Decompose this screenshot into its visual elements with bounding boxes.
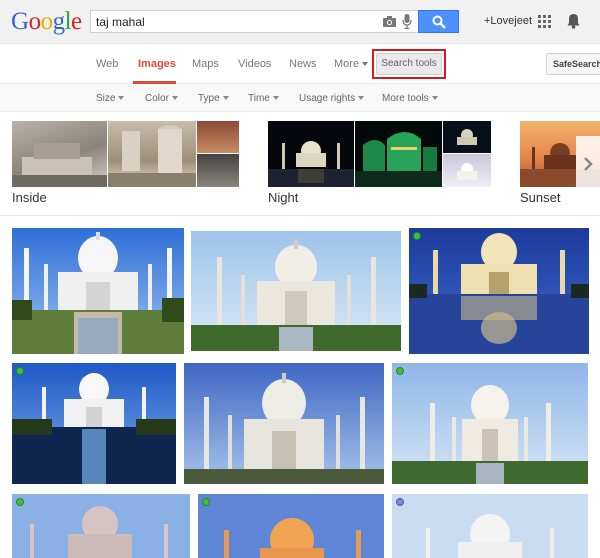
tab-news[interactable]: News [289, 58, 317, 70]
image-result-photo [12, 228, 184, 354]
image-result-photo [392, 494, 588, 558]
tool-time[interactable]: Time [248, 93, 279, 104]
related-thumbnail[interactable] [355, 121, 442, 187]
chevron-down-icon [171, 96, 178, 101]
chevron-right-icon [584, 157, 593, 171]
animated-badge-icon [413, 232, 421, 240]
image-result[interactable] [184, 363, 384, 484]
image-result-photo [409, 228, 589, 354]
animated-badge-icon [16, 498, 24, 506]
tab-web[interactable]: Web [96, 58, 118, 70]
image-result[interactable] [198, 494, 384, 558]
camera-icon[interactable] [383, 16, 396, 27]
search-tools-bar: Size Color Type Time Usage rights More t… [0, 84, 600, 112]
google-logo[interactable]: Google [11, 8, 82, 36]
apps-grid-icon[interactable] [538, 15, 551, 28]
tool-more-tools[interactable]: More tools [382, 93, 438, 104]
image-result-photo [12, 494, 190, 558]
search-icon [432, 15, 446, 29]
image-result-photo [392, 363, 588, 484]
animated-badge-icon [396, 498, 404, 506]
related-thumbnail[interactable] [443, 154, 491, 187]
image-result-photo [198, 494, 384, 558]
image-result[interactable] [392, 363, 588, 484]
search-box [90, 10, 418, 33]
image-result[interactable] [409, 228, 589, 354]
related-label-sunset[interactable]: Sunset [520, 190, 560, 205]
tab-videos[interactable]: Videos [238, 58, 271, 70]
related-thumbnail[interactable] [197, 121, 239, 153]
notification-bell-icon[interactable] [567, 13, 580, 29]
related-label-inside[interactable]: Inside [12, 190, 47, 205]
animated-badge-icon [396, 367, 404, 375]
search-tools-button[interactable]: Search tools [376, 53, 442, 75]
microphone-icon[interactable] [402, 14, 412, 29]
image-result-photo [184, 363, 384, 484]
related-thumbnail[interactable] [12, 121, 107, 187]
tool-usage-rights[interactable]: Usage rights [299, 93, 365, 104]
top-header: Google +Lovejeet [0, 0, 600, 44]
safesearch-button[interactable]: SafeSearch [546, 53, 600, 75]
related-thumbnail[interactable] [268, 121, 354, 187]
chevron-down-icon [362, 62, 369, 67]
tab-images[interactable]: Images [138, 58, 176, 70]
chevron-down-icon [222, 96, 229, 101]
tool-color[interactable]: Color [145, 93, 178, 104]
tab-more[interactable]: More [334, 58, 369, 70]
image-result[interactable] [12, 494, 190, 558]
tool-type[interactable]: Type [198, 93, 229, 104]
search-tabs: Web Images Maps Videos News More [0, 44, 600, 84]
image-result[interactable] [191, 231, 401, 351]
image-result[interactable] [12, 363, 176, 484]
related-next-button[interactable] [576, 136, 600, 192]
related-thumbnail[interactable] [108, 121, 196, 187]
animated-badge-icon [202, 498, 210, 506]
image-result-photo [12, 363, 176, 484]
tool-size[interactable]: Size [96, 93, 125, 104]
image-result[interactable] [12, 228, 184, 354]
user-profile-link[interactable]: +Lovejeet [484, 15, 532, 27]
image-result[interactable] [392, 494, 588, 558]
chevron-down-icon [272, 96, 279, 101]
animated-badge-icon [16, 367, 24, 375]
tab-maps[interactable]: Maps [192, 58, 219, 70]
related-searches: Inside Night Sunset [0, 112, 600, 216]
related-label-night[interactable]: Night [268, 190, 298, 205]
chevron-down-icon [118, 96, 125, 101]
chevron-down-icon [431, 96, 438, 101]
related-thumbnail[interactable] [443, 121, 491, 153]
chevron-down-icon [358, 96, 365, 101]
search-input[interactable] [96, 13, 366, 31]
related-thumbnail[interactable] [197, 154, 239, 187]
search-button[interactable] [418, 10, 459, 33]
image-result-photo [191, 231, 401, 351]
